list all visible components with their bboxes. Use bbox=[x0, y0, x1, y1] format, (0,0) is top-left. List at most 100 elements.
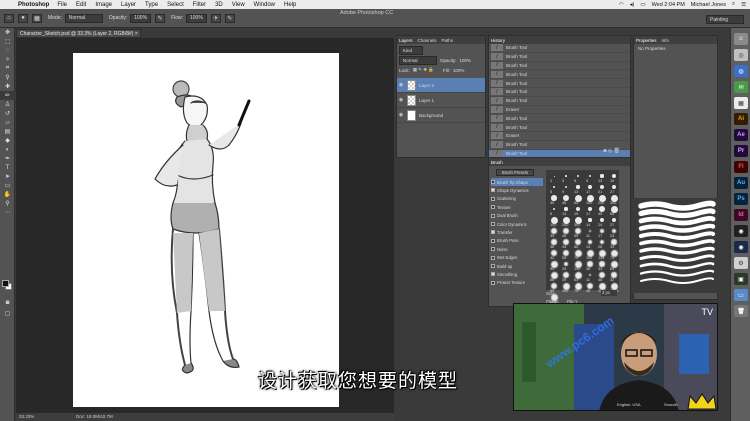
brush-tip[interactable] bbox=[563, 239, 569, 245]
screen-mode-icon[interactable]: ▢ bbox=[0, 309, 15, 318]
layer-row[interactable]: ◉ Background bbox=[397, 108, 485, 123]
brush-option-checkbox[interactable] bbox=[491, 238, 495, 243]
move-tool-icon[interactable]: ✥ bbox=[0, 28, 15, 37]
pressure-opacity-icon[interactable]: ✎ bbox=[155, 13, 166, 23]
app-dock-icon[interactable]: ▣ bbox=[734, 273, 748, 285]
brush-tip[interactable] bbox=[611, 217, 617, 223]
illustrator-dock-icon[interactable]: Ai bbox=[734, 113, 748, 125]
brush-option-checkbox[interactable] bbox=[491, 205, 495, 210]
brush-tool-icon[interactable]: ✏ bbox=[0, 91, 15, 100]
clock-text[interactable]: Wed 2:04 PM bbox=[652, 2, 685, 8]
history-item[interactable]: / Eraser bbox=[489, 132, 630, 141]
layer-filter-kind[interactable]: Kind bbox=[399, 46, 423, 55]
launchpad-dock-icon[interactable]: ◎ bbox=[734, 49, 748, 61]
brush-panel-toggle-icon[interactable]: ▦ bbox=[32, 13, 42, 23]
brush-tip[interactable] bbox=[551, 239, 557, 245]
history-item[interactable]: / Brush Tool bbox=[489, 44, 630, 53]
brush-option-checkbox[interactable] bbox=[491, 280, 495, 285]
brush-option[interactable]: Brush Pose bbox=[491, 237, 543, 245]
layer-opacity-value[interactable]: 100% bbox=[460, 58, 472, 63]
brush-option[interactable]: Brush Tip Shape bbox=[491, 178, 543, 186]
flow-field[interactable]: 100% bbox=[186, 13, 207, 23]
canvas[interactable] bbox=[73, 53, 339, 407]
brush-tip[interactable] bbox=[611, 239, 617, 245]
quick-mask-icon[interactable]: ◙ bbox=[0, 298, 15, 307]
brush-tip[interactable] bbox=[588, 273, 592, 277]
tab-layers[interactable]: Layers bbox=[399, 38, 413, 43]
brush-tip[interactable] bbox=[599, 217, 605, 223]
blend-mode-select[interactable]: Normal bbox=[399, 56, 437, 65]
tab-info[interactable]: Info bbox=[662, 38, 670, 43]
workspace-switcher[interactable]: Painting bbox=[706, 15, 744, 24]
document-tab[interactable]: Character_Sketch.psd @ 33.3% (Layer 2, R… bbox=[16, 29, 141, 38]
brush-option[interactable]: Scattering bbox=[491, 195, 543, 203]
photoshop-home-icon[interactable]: ⌂ bbox=[4, 13, 14, 23]
history-item[interactable]: / Brush Tool bbox=[489, 114, 630, 124]
zoom-tool-icon[interactable]: ⚲ bbox=[0, 199, 15, 208]
tab-brush[interactable]: Brush bbox=[491, 160, 503, 165]
menu-window[interactable]: Window bbox=[254, 2, 275, 8]
menu-3d[interactable]: 3D bbox=[215, 2, 223, 8]
visibility-eye-icon[interactable]: ◉ bbox=[397, 82, 405, 88]
brush-presets-button[interactable]: Brush Presets bbox=[496, 169, 534, 176]
brush-tip[interactable] bbox=[588, 207, 592, 211]
opacity-field[interactable]: 100% bbox=[130, 13, 152, 23]
shape-tool-icon[interactable]: ▭ bbox=[0, 181, 15, 190]
brush-tip[interactable] bbox=[564, 207, 568, 211]
brush-tip[interactable] bbox=[588, 229, 592, 233]
battery-icon[interactable]: ▭ bbox=[640, 2, 645, 8]
brush-tip[interactable] bbox=[599, 239, 605, 245]
brush-tip[interactable] bbox=[598, 271, 606, 279]
after-effects-dock-icon[interactable]: Ae bbox=[734, 129, 748, 141]
size-field[interactable]: 3 px bbox=[601, 290, 617, 296]
brush-option-checkbox[interactable] bbox=[491, 213, 495, 218]
brush-option-checkbox[interactable] bbox=[491, 272, 495, 277]
menu-filter[interactable]: Filter bbox=[193, 2, 206, 8]
eyedropper-tool-icon[interactable]: ⚲ bbox=[0, 73, 15, 82]
menu-select[interactable]: Select bbox=[167, 2, 184, 8]
menu-image[interactable]: Image bbox=[95, 2, 112, 8]
layer-row[interactable]: ◉ Layer 1 bbox=[397, 93, 485, 108]
spotlight-icon[interactable]: ⌕ bbox=[732, 1, 735, 8]
brush-tip[interactable] bbox=[588, 174, 592, 178]
path-select-tool-icon[interactable]: ➤ bbox=[0, 172, 15, 181]
cc-app-dock-icon[interactable]: ◉ bbox=[734, 225, 748, 237]
premiere-dock-icon[interactable]: Pr bbox=[734, 145, 748, 157]
history-item[interactable]: / Eraser bbox=[489, 105, 630, 115]
brush-option-checkbox[interactable] bbox=[491, 180, 495, 184]
pressure-size-icon[interactable]: ✎ bbox=[224, 13, 235, 23]
brush-tip[interactable] bbox=[576, 207, 580, 211]
menu-layer[interactable]: Layer bbox=[121, 2, 136, 8]
lock-icons[interactable]: ▦ ✎ ✥ 🔒 bbox=[413, 67, 434, 73]
mode-select[interactable]: Normal bbox=[64, 13, 103, 23]
volume-icon[interactable]: ◂) bbox=[630, 2, 635, 8]
foreground-color-swatch[interactable] bbox=[2, 280, 9, 287]
menu-file[interactable]: File bbox=[57, 2, 67, 8]
brush-tip[interactable] bbox=[562, 194, 569, 201]
brush-option-checkbox[interactable] bbox=[491, 264, 495, 268]
brush-tip-grid[interactable]: 1 3 5 9 13 19 5 9 13 17 21 27 35 45 65 100 200 300 9 13 19 17… bbox=[546, 170, 619, 304]
visibility-eye-icon[interactable]: ◉ bbox=[397, 97, 405, 103]
finder-dock-icon[interactable]: ☺ bbox=[734, 33, 748, 45]
brush-tip[interactable] bbox=[588, 185, 592, 189]
brush-option[interactable]: Shape Dynamics bbox=[491, 186, 543, 194]
doc-info[interactable]: Doc: 18.0M/42.7M bbox=[76, 414, 113, 419]
brush-tip[interactable] bbox=[612, 174, 616, 178]
brush-tip[interactable] bbox=[599, 261, 605, 267]
healing-tool-icon[interactable]: ✚ bbox=[0, 82, 15, 91]
tab-paths[interactable]: Paths bbox=[442, 38, 454, 43]
history-item[interactable]: / Brush Tool bbox=[489, 53, 630, 62]
folder-dock-icon[interactable]: ▭ bbox=[734, 289, 748, 301]
layer-row[interactable]: ◉ Layer 2 bbox=[397, 78, 485, 93]
menu-app-name[interactable]: Photoshop bbox=[18, 2, 49, 8]
gradient-tool-icon[interactable]: ▤ bbox=[0, 127, 15, 136]
brush-tip[interactable] bbox=[611, 272, 617, 278]
brush-tip[interactable] bbox=[600, 229, 604, 233]
messages-dock-icon[interactable]: ✉ bbox=[734, 81, 748, 93]
menu-edit[interactable]: Edit bbox=[76, 2, 86, 8]
brush-option[interactable]: Protect Texture bbox=[491, 279, 543, 287]
hand-tool-icon[interactable]: ✋ bbox=[0, 190, 15, 199]
brush-tip[interactable] bbox=[551, 228, 557, 234]
crop-tool-icon[interactable]: ⌗ bbox=[0, 64, 15, 73]
brush-tip[interactable] bbox=[599, 184, 605, 190]
